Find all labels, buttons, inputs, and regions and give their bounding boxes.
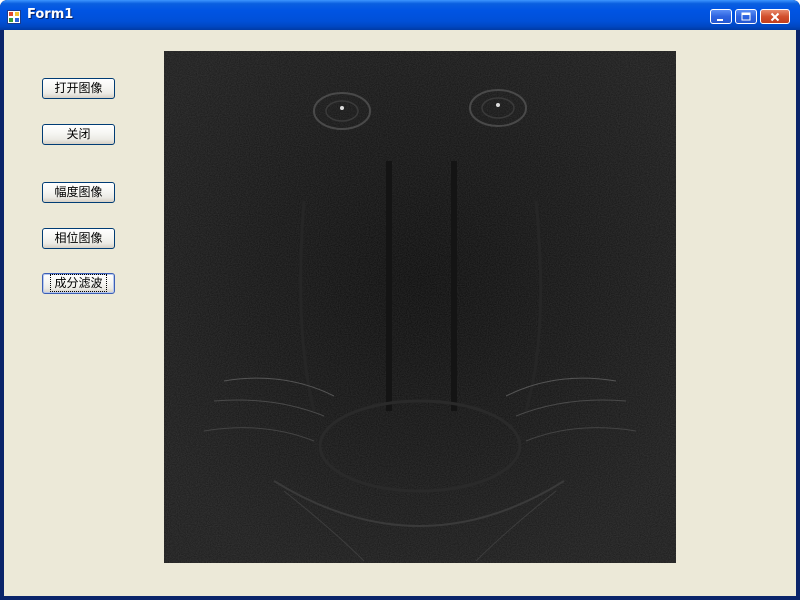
phase-image-label: 相位图像: [54, 231, 103, 245]
title-bar[interactable]: Form1: [0, 0, 800, 30]
phase-image-button[interactable]: 相位图像: [42, 228, 115, 249]
component-filter-label: 成分滤波: [50, 274, 107, 292]
minimize-icon: [716, 12, 726, 22]
amplitude-image-button[interactable]: 幅度图像: [42, 182, 115, 203]
open-image-button[interactable]: 打开图像: [42, 78, 115, 99]
open-image-label: 打开图像: [54, 81, 103, 95]
window-title: Form1: [27, 7, 74, 22]
close-window-button[interactable]: [760, 9, 790, 24]
close-icon: [770, 12, 780, 22]
minimize-button[interactable]: [710, 9, 732, 24]
amplitude-image-label: 幅度图像: [54, 185, 103, 199]
close-button[interactable]: 关闭: [42, 124, 115, 145]
main-window: Form1 打开图像 关闭 幅度图像 相位图像 成分滤波: [0, 0, 800, 600]
component-filter-button[interactable]: 成分滤波: [42, 273, 115, 294]
picture-box: [164, 51, 676, 563]
form-client-area: 打开图像 关闭 幅度图像 相位图像 成分滤波: [4, 30, 796, 596]
close-label: 关闭: [66, 127, 91, 141]
filtered-image: [164, 51, 676, 563]
app-icon[interactable]: [7, 9, 21, 24]
maximize-icon: [741, 12, 751, 22]
maximize-button[interactable]: [735, 9, 757, 24]
